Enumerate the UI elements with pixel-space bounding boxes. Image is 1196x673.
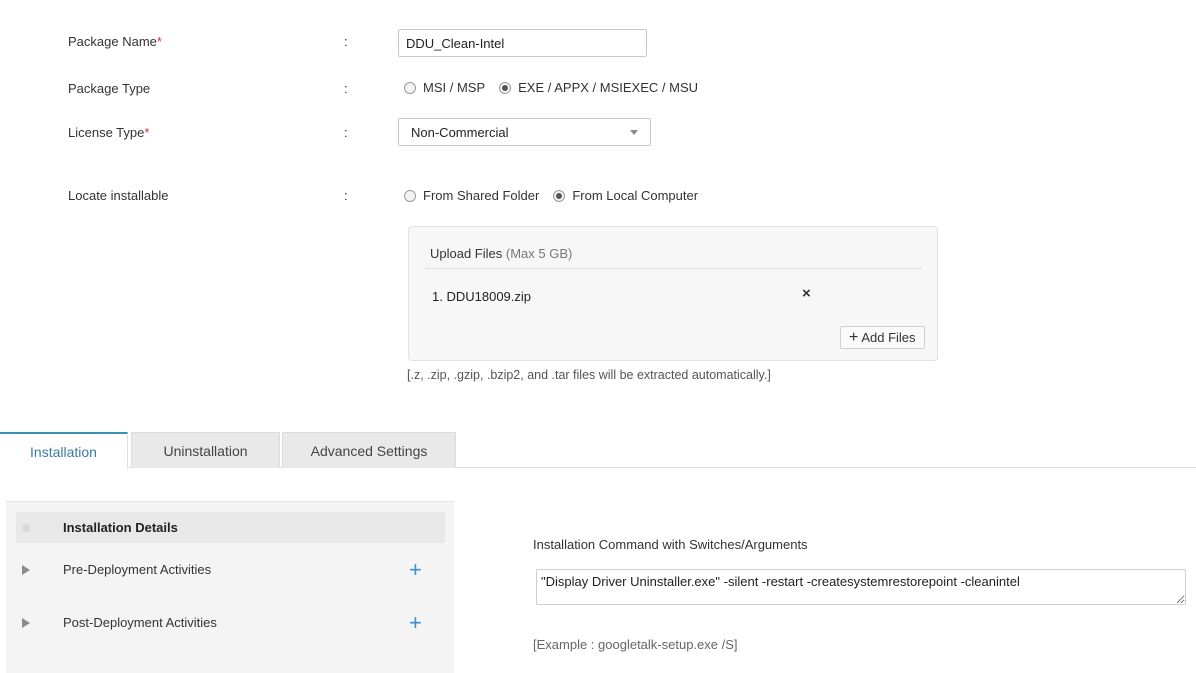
colon-separator: : [344,34,348,49]
tab-bar: Installation Uninstallation Advanced Set… [0,432,1196,469]
tab-installation[interactable]: Installation [0,432,128,469]
close-icon[interactable]: × [802,285,811,302]
radio-checked-icon [499,81,512,94]
upload-files-title: Upload Files (Max 5 GB) [430,246,573,261]
license-type-value: Non-Commercial [411,124,509,140]
upload-size-limit: (Max 5 GB) [505,246,573,261]
required-marker: * [144,125,150,140]
radio-unchecked-icon [404,81,416,94]
colon-separator: : [344,125,348,140]
section-pre-deployment[interactable]: Pre-Deployment Activities + [16,554,445,585]
uploaded-file-item: 1. DDU18009.zip [432,289,532,304]
expand-arrow-icon [22,564,30,575]
bullet-icon [22,523,30,532]
required-marker: * [156,34,162,49]
from-shared-folder-radio[interactable]: From Shared Folder [404,188,539,203]
file-name: DDU18009.zip [446,289,532,304]
add-files-button[interactable]: + Add Files [840,326,925,349]
radio-checked-icon [553,189,566,202]
install-command-textarea[interactable]: "Display Driver Uninstaller.exe" -silent… [536,569,1186,605]
radio-unchecked-icon [404,189,416,202]
package-name-label: Package Name* [68,34,162,49]
package-type-label: Package Type [68,81,151,96]
license-type-select[interactable]: Non-Commercial [398,118,651,146]
package-type-msi-radio[interactable]: MSI / MSP [404,80,485,95]
locate-installable-label: Locate installable [68,188,169,203]
add-post-deployment-icon[interactable]: + [409,611,422,634]
colon-separator: : [344,188,348,203]
installation-sections-panel: Installation Details Pre-Deployment Acti… [6,501,454,673]
package-type-radio-group: MSI / MSP EXE / APPX / MSIEXEC / MSU [404,80,712,95]
divider [425,268,921,269]
add-pre-deployment-icon[interactable]: + [409,558,422,581]
chevron-down-icon [630,129,638,135]
expand-arrow-icon [22,617,30,628]
tab-uninstallation[interactable]: Uninstallation [131,432,280,468]
package-type-exe-radio[interactable]: EXE / APPX / MSIEXEC / MSU [499,80,698,95]
section-installation-details[interactable]: Installation Details [16,512,445,543]
tab-advanced-settings[interactable]: Advanced Settings [282,432,456,468]
license-type-label: License Type* [68,125,150,140]
plus-icon: + [849,328,859,346]
upload-files-panel: Upload Files (Max 5 GB) 1. DDU18009.zip … [408,226,938,361]
install-command-example: [Example : googletalk-setup.exe /S] [533,637,738,652]
from-local-computer-radio[interactable]: From Local Computer [553,188,698,203]
colon-separator: : [344,81,348,96]
install-command-label: Installation Command with Switches/Argum… [533,537,808,552]
locate-installable-radio-group: From Shared Folder From Local Computer [404,188,712,203]
extraction-note: [.z, .zip, .gzip, .bzip2, and .tar files… [407,368,771,382]
package-name-input[interactable] [398,29,647,57]
section-post-deployment[interactable]: Post-Deployment Activities + [16,607,445,638]
